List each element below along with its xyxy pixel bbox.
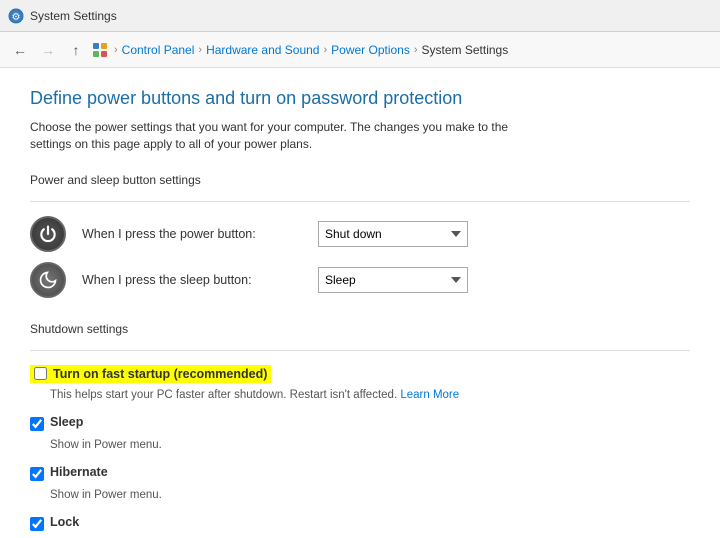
breadcrumb-system-settings: System Settings bbox=[422, 43, 509, 57]
fast-startup-label: Turn on fast startup (recommended) bbox=[53, 367, 267, 381]
learn-more-link[interactable]: Learn More bbox=[400, 389, 459, 401]
breadcrumb: › Control Panel › Hardware and Sound › P… bbox=[92, 42, 508, 58]
power-button-section-header: Power and sleep button settings bbox=[30, 173, 690, 191]
up-button[interactable]: ↑ bbox=[64, 38, 88, 62]
section-divider-1 bbox=[30, 201, 690, 202]
fast-startup-checkbox[interactable] bbox=[34, 367, 47, 380]
power-button-settings-section: Power and sleep button settings When I p… bbox=[30, 173, 690, 298]
shutdown-section-header: Shutdown settings bbox=[30, 322, 690, 340]
nav-bar: ← → ↑ › Control Panel › Hardware and Sou… bbox=[0, 32, 720, 68]
window-icon: ⚙ bbox=[8, 8, 24, 24]
lock-checkbox[interactable] bbox=[30, 517, 44, 531]
fast-startup-group: Turn on fast startup (recommended) This … bbox=[30, 365, 690, 403]
hibernate-group: Hibernate Show in Power menu. bbox=[30, 465, 690, 503]
sleep-description: Show in Power menu. bbox=[50, 437, 690, 453]
fast-startup-highlighted-row: Turn on fast startup (recommended) bbox=[30, 365, 271, 383]
power-button-icon bbox=[30, 216, 66, 252]
hibernate-label: Hibernate bbox=[50, 465, 108, 479]
sleep-group: Sleep Show in Power menu. bbox=[30, 415, 690, 453]
lock-label: Lock bbox=[50, 515, 79, 529]
page-description: Choose the power settings that you want … bbox=[30, 119, 520, 153]
lock-row: Lock bbox=[30, 515, 690, 531]
fast-startup-description: This helps start your PC faster after sh… bbox=[50, 387, 690, 403]
power-button-row: When I press the power button: Do nothin… bbox=[30, 216, 690, 252]
lock-group: Lock Show in account picture menu. bbox=[30, 515, 690, 538]
control-panel-icon bbox=[92, 42, 108, 58]
main-content: Define power buttons and turn on passwor… bbox=[0, 68, 720, 538]
back-button[interactable]: ← bbox=[8, 38, 32, 62]
hibernate-description: Show in Power menu. bbox=[50, 487, 690, 503]
svg-text:⚙: ⚙ bbox=[12, 12, 21, 23]
breadcrumb-power-options[interactable]: Power Options bbox=[331, 43, 410, 57]
power-button-label: When I press the power button: bbox=[82, 227, 302, 241]
sleep-label: Sleep bbox=[50, 415, 83, 429]
sleep-row: Sleep bbox=[30, 415, 690, 431]
section-divider-2 bbox=[30, 350, 690, 351]
sleep-button-row: When I press the sleep button: Do nothin… bbox=[30, 262, 690, 298]
power-button-dropdown[interactable]: Do nothing Sleep Hibernate Shut down Tur… bbox=[318, 221, 468, 247]
page-title: Define power buttons and turn on passwor… bbox=[30, 88, 690, 109]
hibernate-checkbox[interactable] bbox=[30, 467, 44, 481]
sleep-checkbox[interactable] bbox=[30, 417, 44, 431]
sleep-button-dropdown[interactable]: Do nothing Sleep Hibernate Shut down Tur… bbox=[318, 267, 468, 293]
sleep-button-icon bbox=[30, 262, 66, 298]
breadcrumb-hardware-sound[interactable]: Hardware and Sound bbox=[206, 43, 319, 57]
hibernate-row: Hibernate bbox=[30, 465, 690, 481]
sleep-button-label: When I press the sleep button: bbox=[82, 273, 302, 287]
title-bar: ⚙ System Settings bbox=[0, 0, 720, 32]
breadcrumb-control-panel[interactable]: Control Panel bbox=[122, 43, 195, 57]
shutdown-settings-section: Shutdown settings Turn on fast startup (… bbox=[30, 322, 690, 538]
forward-button[interactable]: → bbox=[36, 38, 60, 62]
window-title: System Settings bbox=[30, 9, 117, 23]
